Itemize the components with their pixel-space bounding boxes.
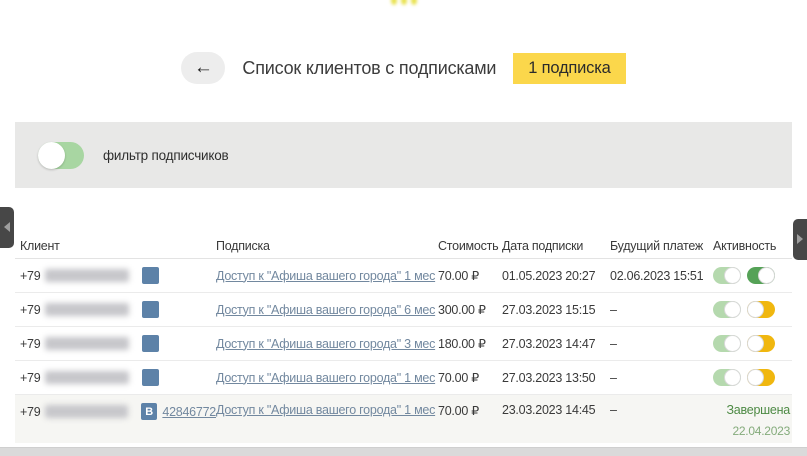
cost-value: 70.00 ₽ xyxy=(438,268,502,283)
table-body: +79 Доступ к "Афиша вашего города" 1 мес… xyxy=(15,259,792,443)
future-payment: – xyxy=(610,403,713,417)
client-cell: +79 xyxy=(20,267,216,284)
cost-value: 300.00 ₽ xyxy=(438,302,502,317)
client-phone-blurred xyxy=(45,371,129,384)
subscription-link[interactable]: Доступ к "Афиша вашего города" 1 мес xyxy=(216,269,435,283)
subscription-cell: Доступ к "Афиша вашего города" 1 мес xyxy=(216,403,438,417)
partial-logo-icon xyxy=(391,0,421,6)
col-header-activity: Активность xyxy=(713,239,790,253)
table-row: +79 Доступ к "Афиша вашего города" 3 мес… xyxy=(15,327,792,361)
triangle-left-icon xyxy=(4,222,10,232)
subscription-date: 01.05.2023 20:27 xyxy=(502,269,610,283)
activity-toggle-2[interactable] xyxy=(747,369,775,386)
toggle-knob xyxy=(724,335,741,352)
client-phone-blurred xyxy=(45,405,127,418)
activity-toggle-1[interactable] xyxy=(713,301,741,318)
client-phone-prefix: +79 xyxy=(20,269,40,283)
client-phone-prefix: +79 xyxy=(20,337,40,351)
future-payment: – xyxy=(610,337,713,351)
cost-value: 180.00 ₽ xyxy=(438,336,502,351)
status-date: 22.04.2023 xyxy=(713,424,790,438)
client-phone-prefix: +79 xyxy=(20,405,40,419)
col-header-date: Дата подписки xyxy=(502,239,610,253)
vk-icon xyxy=(142,335,159,352)
status-label: Завершена xyxy=(713,403,790,417)
back-button[interactable]: ← xyxy=(181,52,225,84)
table-row: +79 Доступ к "Афиша вашего города" 6 мес… xyxy=(15,293,792,327)
subscription-cell: Доступ к "Афиша вашего города" 1 мес xyxy=(216,371,438,385)
vk-icon xyxy=(142,301,159,318)
vk-icon: В xyxy=(141,403,158,420)
vk-icon xyxy=(142,369,159,386)
activity-toggle-2[interactable] xyxy=(747,301,775,318)
col-header-subscription: Подписка xyxy=(216,239,438,253)
subscriptions-table: Клиент Подписка Стоимость Дата подписки … xyxy=(15,233,792,443)
client-phone-blurred xyxy=(45,269,129,282)
scroll-left-button[interactable] xyxy=(0,207,14,248)
cost-value: 70.00 ₽ xyxy=(438,370,502,385)
activity-cell: Завершена 22.04.2023 xyxy=(713,403,790,438)
toggle-knob xyxy=(38,142,65,169)
table-row: +79 Доступ к "Афиша вашего города" 1 мес… xyxy=(15,259,792,293)
client-phone-blurred xyxy=(45,337,129,350)
toggle-knob xyxy=(747,335,764,352)
future-payment: – xyxy=(610,303,713,317)
subscription-date: 27.03.2023 13:50 xyxy=(502,371,610,385)
activity-cell xyxy=(713,369,790,386)
vk-icon xyxy=(142,267,159,284)
activity-toggle-1[interactable] xyxy=(713,267,741,284)
client-cell: +79 В 42846772 xyxy=(20,403,216,420)
subscription-link[interactable]: Доступ к "Афиша вашего города" 1 мес xyxy=(216,403,435,417)
activity-toggle-2[interactable] xyxy=(747,267,775,284)
client-cell: +79 xyxy=(20,301,216,318)
subscription-date: 27.03.2023 15:15 xyxy=(502,303,610,317)
client-phone-prefix: +79 xyxy=(20,303,40,317)
subscription-date: 23.03.2023 14:45 xyxy=(502,403,610,417)
vk-profile-link[interactable]: 42846772 xyxy=(162,405,216,419)
table-row: +79 В 42846772 Доступ к "Афиша вашего го… xyxy=(15,395,792,443)
subscription-link[interactable]: Доступ к "Афиша вашего города" 3 мес xyxy=(216,337,435,351)
client-phone-blurred xyxy=(45,303,129,316)
future-payment: – xyxy=(610,371,713,385)
filter-label: фильтр подписчиков xyxy=(103,148,229,163)
toggle-knob xyxy=(747,369,764,386)
page-title: Список клиентов с подписками xyxy=(242,58,496,79)
col-header-client: Клиент xyxy=(20,239,216,253)
cost-value: 70.00 ₽ xyxy=(438,403,502,418)
activity-toggle-2[interactable] xyxy=(747,335,775,352)
activity-cell xyxy=(713,301,790,318)
col-header-future-payment: Будущий платеж xyxy=(610,239,713,253)
activity-toggle-1[interactable] xyxy=(713,369,741,386)
toggle-knob xyxy=(724,267,741,284)
subscription-date: 27.03.2023 14:47 xyxy=(502,337,610,351)
table-header-row: Клиент Подписка Стоимость Дата подписки … xyxy=(15,233,792,259)
subscription-link[interactable]: Доступ к "Афиша вашего города" 1 мес xyxy=(216,371,435,385)
client-phone-prefix: +79 xyxy=(20,371,40,385)
client-cell: +79 xyxy=(20,335,216,352)
toggle-knob xyxy=(724,369,741,386)
table-row: +79 Доступ к "Афиша вашего города" 1 мес… xyxy=(15,361,792,395)
triangle-right-icon xyxy=(797,234,803,244)
back-arrow-icon: ← xyxy=(194,57,213,78)
subscriber-filter-toggle[interactable] xyxy=(38,142,84,169)
subscription-cell: Доступ к "Афиша вашего города" 3 мес xyxy=(216,337,438,351)
toggle-knob xyxy=(758,267,775,284)
client-cell: +79 xyxy=(20,369,216,386)
subscription-link[interactable]: Доступ к "Афиша вашего города" 6 мес xyxy=(216,303,435,317)
filter-bar: фильтр подписчиков xyxy=(15,122,792,188)
activity-cell xyxy=(713,335,790,352)
scroll-right-button[interactable] xyxy=(793,219,807,260)
toggle-knob xyxy=(724,301,741,318)
horizontal-scrollbar[interactable] xyxy=(0,447,807,456)
subscription-count-badge: 1 подписка xyxy=(513,53,625,84)
activity-cell xyxy=(713,267,790,284)
subscription-cell: Доступ к "Афиша вашего города" 1 мес xyxy=(216,269,438,283)
subscription-cell: Доступ к "Афиша вашего города" 6 мес xyxy=(216,303,438,317)
page-header: ← Список клиентов с подписками 1 подписк… xyxy=(0,52,807,84)
col-header-cost: Стоимость xyxy=(438,239,502,253)
toggle-knob xyxy=(747,301,764,318)
activity-toggle-1[interactable] xyxy=(713,335,741,352)
future-payment: 02.06.2023 15:51 xyxy=(610,269,713,283)
